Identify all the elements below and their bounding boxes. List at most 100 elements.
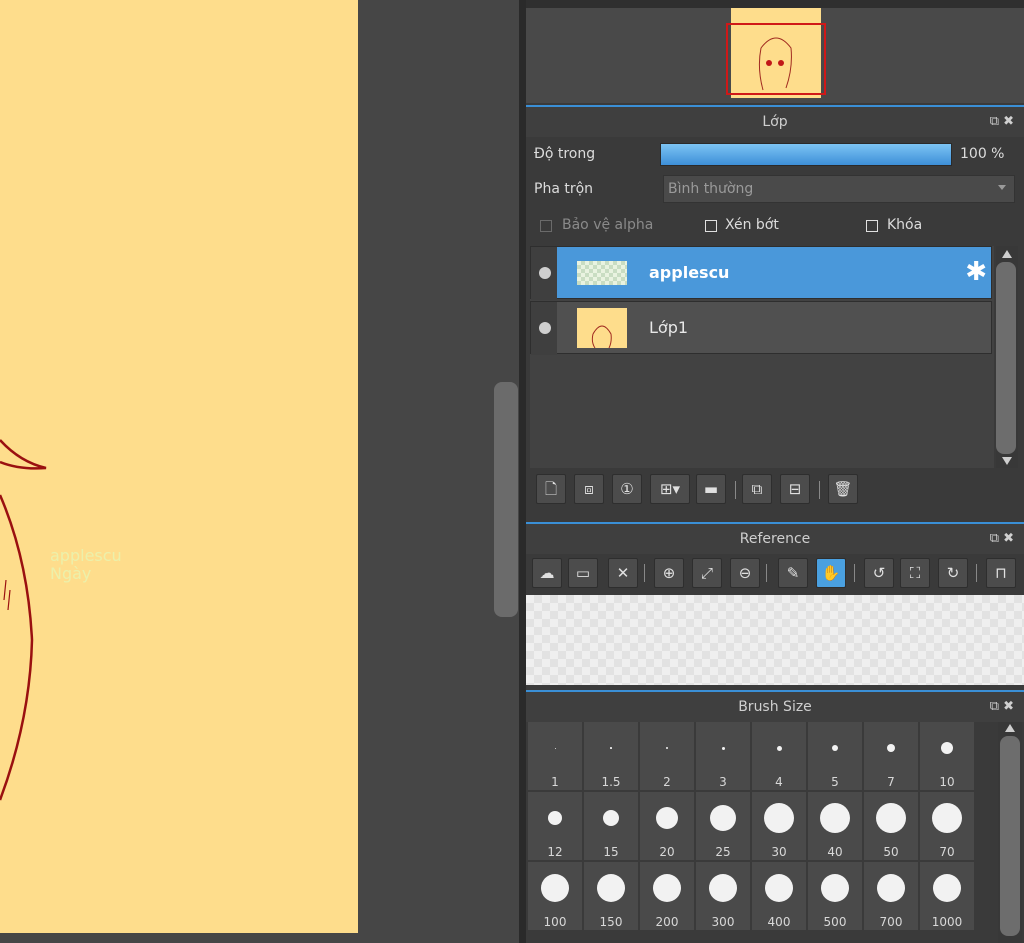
brush-scrollbar[interactable]: [1000, 736, 1020, 936]
delete-layer-button[interactable]: 🗑: [828, 474, 858, 504]
scroll-down-icon[interactable]: [1002, 457, 1012, 465]
brush-dot: [941, 742, 953, 754]
clipping-label: Xén bớt: [725, 217, 779, 233]
duplicate-layer-button[interactable]: ⧉: [742, 474, 772, 504]
layer-row-lop1[interactable]: Lớp1: [530, 301, 992, 355]
canvas-vertical-scrollbar[interactable]: [494, 382, 518, 617]
brush-size-20[interactable]: 20: [640, 792, 694, 860]
brush-size-1.5[interactable]: 1.5: [584, 722, 638, 790]
brush-size-grid: 1 1.5 2 3 4 5 7 10 12 15 20 25 30 40 50 70 100 150 200 300 4…: [528, 722, 974, 938]
gear-icon[interactable]: ✱: [965, 257, 987, 287]
brush-size-label: 1000: [931, 915, 963, 929]
brush-size-1[interactable]: 1: [528, 722, 582, 790]
new-layer-button[interactable]: 🗋: [536, 474, 566, 504]
zoom-in-icon[interactable]: ⊕: [654, 558, 684, 588]
brush-size-300[interactable]: 300: [696, 862, 750, 930]
undock-icon[interactable]: ⧉: [990, 531, 1003, 546]
hand-icon[interactable]: ✋: [816, 558, 846, 588]
undock-icon[interactable]: ⧉: [990, 699, 1003, 714]
brush-size-label: 50: [883, 845, 899, 859]
close-reference-button[interactable]: ✕: [608, 558, 638, 588]
merge-layer-button[interactable]: ⊟: [780, 474, 810, 504]
clipping-checkbox[interactable]: [705, 220, 717, 232]
protect-alpha-checkbox[interactable]: [540, 220, 552, 232]
open-folder-icon[interactable]: ▭: [568, 558, 598, 588]
layer-list-scrollbar[interactable]: [996, 262, 1016, 454]
brush-size-700[interactable]: 700: [864, 862, 918, 930]
brush-size-label: 700: [879, 915, 903, 929]
brush-size-10[interactable]: 10: [920, 722, 974, 790]
brush-size-200[interactable]: 200: [640, 862, 694, 930]
brush-size-4[interactable]: 4: [752, 722, 806, 790]
brush-size-label: 12: [547, 845, 563, 859]
brush-size-70[interactable]: 70: [920, 792, 974, 860]
brush-size-12[interactable]: 12: [528, 792, 582, 860]
canvas-text-date: Ngày: [50, 564, 92, 583]
new-1bit-layer-button[interactable]: ①: [612, 474, 642, 504]
drawing-canvas[interactable]: applescu Ngày: [0, 0, 358, 933]
close-icon[interactable]: ✖: [1003, 114, 1018, 129]
brush-size-40[interactable]: 40: [808, 792, 862, 860]
reference-toolbar: ☁ ▭ ✕ ⊕ ⤢ ⊖ ✎ ✋ ↺ ⛶ ↻ ⊓: [526, 554, 1024, 594]
layer-visibility-toggle[interactable]: [531, 247, 557, 300]
brush-size-label: 40: [827, 845, 843, 859]
brush-size-500[interactable]: 500: [808, 862, 862, 930]
brush-dot: [541, 874, 569, 902]
toolbar-separator: [644, 564, 645, 582]
protect-alpha-label: Bảo vệ alpha: [562, 217, 654, 233]
navigator-view-frame[interactable]: [726, 23, 826, 95]
brush-size-50[interactable]: 50: [864, 792, 918, 860]
lock-checkbox[interactable]: [866, 220, 878, 232]
navigator-panel: [526, 0, 1024, 103]
new-halftone-layer-button[interactable]: ⧈: [574, 474, 604, 504]
cloud-icon[interactable]: ☁: [532, 558, 562, 588]
brush-size-label: 70: [939, 845, 955, 859]
reference-canvas[interactable]: [526, 595, 1024, 685]
add-layer-menu-button[interactable]: ⊞▾: [650, 474, 690, 504]
brush-size-label: 150: [599, 915, 623, 929]
layer-thumbnail-sketch: [591, 325, 612, 349]
brush-size-15[interactable]: 15: [584, 792, 638, 860]
undock-icon[interactable]: ⧉: [990, 114, 1003, 129]
brush-size-3[interactable]: 3: [696, 722, 750, 790]
zoom-out-icon[interactable]: ⊖: [730, 558, 760, 588]
scroll-up-icon[interactable]: [1005, 724, 1015, 732]
brush-size-label: 2: [663, 775, 671, 789]
brush-dot: [548, 811, 562, 825]
brush-size-150[interactable]: 150: [584, 862, 638, 930]
rotate-right-icon[interactable]: ↻: [938, 558, 968, 588]
brush-dot: [832, 745, 838, 751]
brush-size-7[interactable]: 7: [864, 722, 918, 790]
layer-thumbnail: [577, 308, 627, 349]
close-icon[interactable]: ✖: [1003, 531, 1018, 546]
layer-visibility-toggle[interactable]: [531, 302, 557, 355]
fit-frame-icon[interactable]: ⛶: [900, 558, 930, 588]
brush-dot: [610, 747, 612, 749]
canvas-area[interactable]: applescu Ngày: [0, 0, 520, 943]
brush-size-1000[interactable]: 1000: [920, 862, 974, 930]
brush-size-label: 300: [711, 915, 735, 929]
brush-dot: [820, 803, 850, 833]
lock-icon[interactable]: ⊓: [986, 558, 1016, 588]
fit-icon[interactable]: ⤢: [692, 558, 722, 588]
layer-panel-header: Lớp ⧉✖: [526, 105, 1024, 137]
blend-mode-select[interactable]: Bình thường: [663, 175, 1015, 203]
brush-size-25[interactable]: 25: [696, 792, 750, 860]
toolbar-separator: [766, 564, 767, 582]
folder-icon[interactable]: ▬: [696, 474, 726, 504]
opacity-slider[interactable]: [660, 143, 952, 166]
eyedropper-icon[interactable]: ✎: [778, 558, 808, 588]
brush-size-100[interactable]: 100: [528, 862, 582, 930]
brush-size-panel-controls: ⧉✖: [990, 692, 1018, 722]
brush-size-400[interactable]: 400: [752, 862, 806, 930]
brush-size-30[interactable]: 30: [752, 792, 806, 860]
brush-size-label: 200: [655, 915, 679, 929]
scroll-up-icon[interactable]: [1002, 250, 1012, 258]
brush-size-5[interactable]: 5: [808, 722, 862, 790]
layer-row-applescu[interactable]: applescu ✱: [530, 246, 992, 300]
layer-name: applescu: [649, 263, 730, 282]
close-icon[interactable]: ✖: [1003, 699, 1018, 714]
brush-size-2[interactable]: 2: [640, 722, 694, 790]
brush-dot: [765, 874, 793, 902]
rotate-left-icon[interactable]: ↺: [864, 558, 894, 588]
